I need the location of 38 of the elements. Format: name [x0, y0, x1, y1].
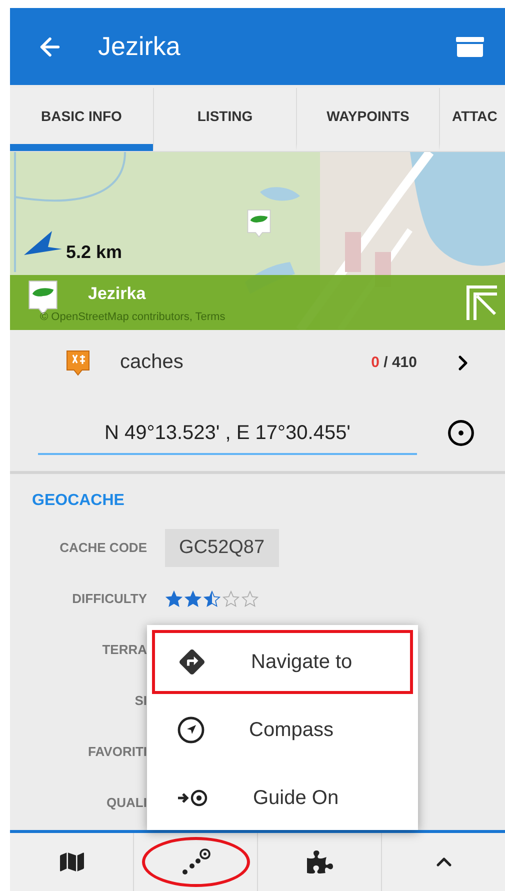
target-icon[interactable]: [447, 419, 475, 447]
map-icon: [60, 850, 84, 874]
coordinates-field[interactable]: N 49°13.523' , E 17°30.455': [38, 412, 417, 454]
route-icon: [180, 848, 210, 876]
pond-shape: [260, 187, 300, 201]
star-icon: [203, 590, 221, 608]
screen-title: Jezirka: [98, 31, 182, 62]
section-heading: GEOCACHE: [31, 492, 126, 511]
star-icon: [184, 590, 202, 608]
field-label: DIFFICULTY: [71, 591, 147, 606]
map-attribution: © OpenStreetMap contributors, Terms: [40, 311, 226, 323]
field-label: QUALI: [106, 795, 147, 810]
cache-code-value: GC52Q87: [165, 528, 279, 566]
field-label: SI: [134, 693, 147, 708]
building-shape: [345, 232, 361, 272]
star-icon: [241, 590, 259, 608]
expand-arrow-icon: [465, 284, 499, 322]
cache-name: Jezirka: [88, 284, 146, 304]
tab[interactable]: WAYPOINTS: [296, 88, 439, 151]
directions-icon: [177, 647, 207, 677]
toolbar-button[interactable]: [142, 837, 250, 887]
compass-icon: [177, 716, 205, 744]
puzzle-icon: [306, 849, 332, 875]
direction-arrow-icon: [22, 229, 62, 257]
menu-item[interactable]: Navigate to: [152, 630, 413, 694]
cache-group-icon: [66, 348, 90, 376]
caches-label: caches: [120, 351, 184, 374]
tray-button[interactable]: [455, 36, 485, 58]
field-label: CACHE CODE: [58, 540, 147, 555]
tab[interactable]: ATTAC: [439, 88, 505, 151]
field-label: TERRA: [101, 642, 147, 657]
tray-icon: [455, 36, 485, 58]
star-icon: [165, 590, 183, 608]
tab[interactable]: LISTING: [153, 88, 296, 151]
star-icon: [222, 590, 240, 608]
cache-count: 0 / 410: [371, 354, 417, 371]
field-label: FAVORITI: [87, 744, 147, 759]
distance-label: 5.2 km: [66, 242, 122, 263]
